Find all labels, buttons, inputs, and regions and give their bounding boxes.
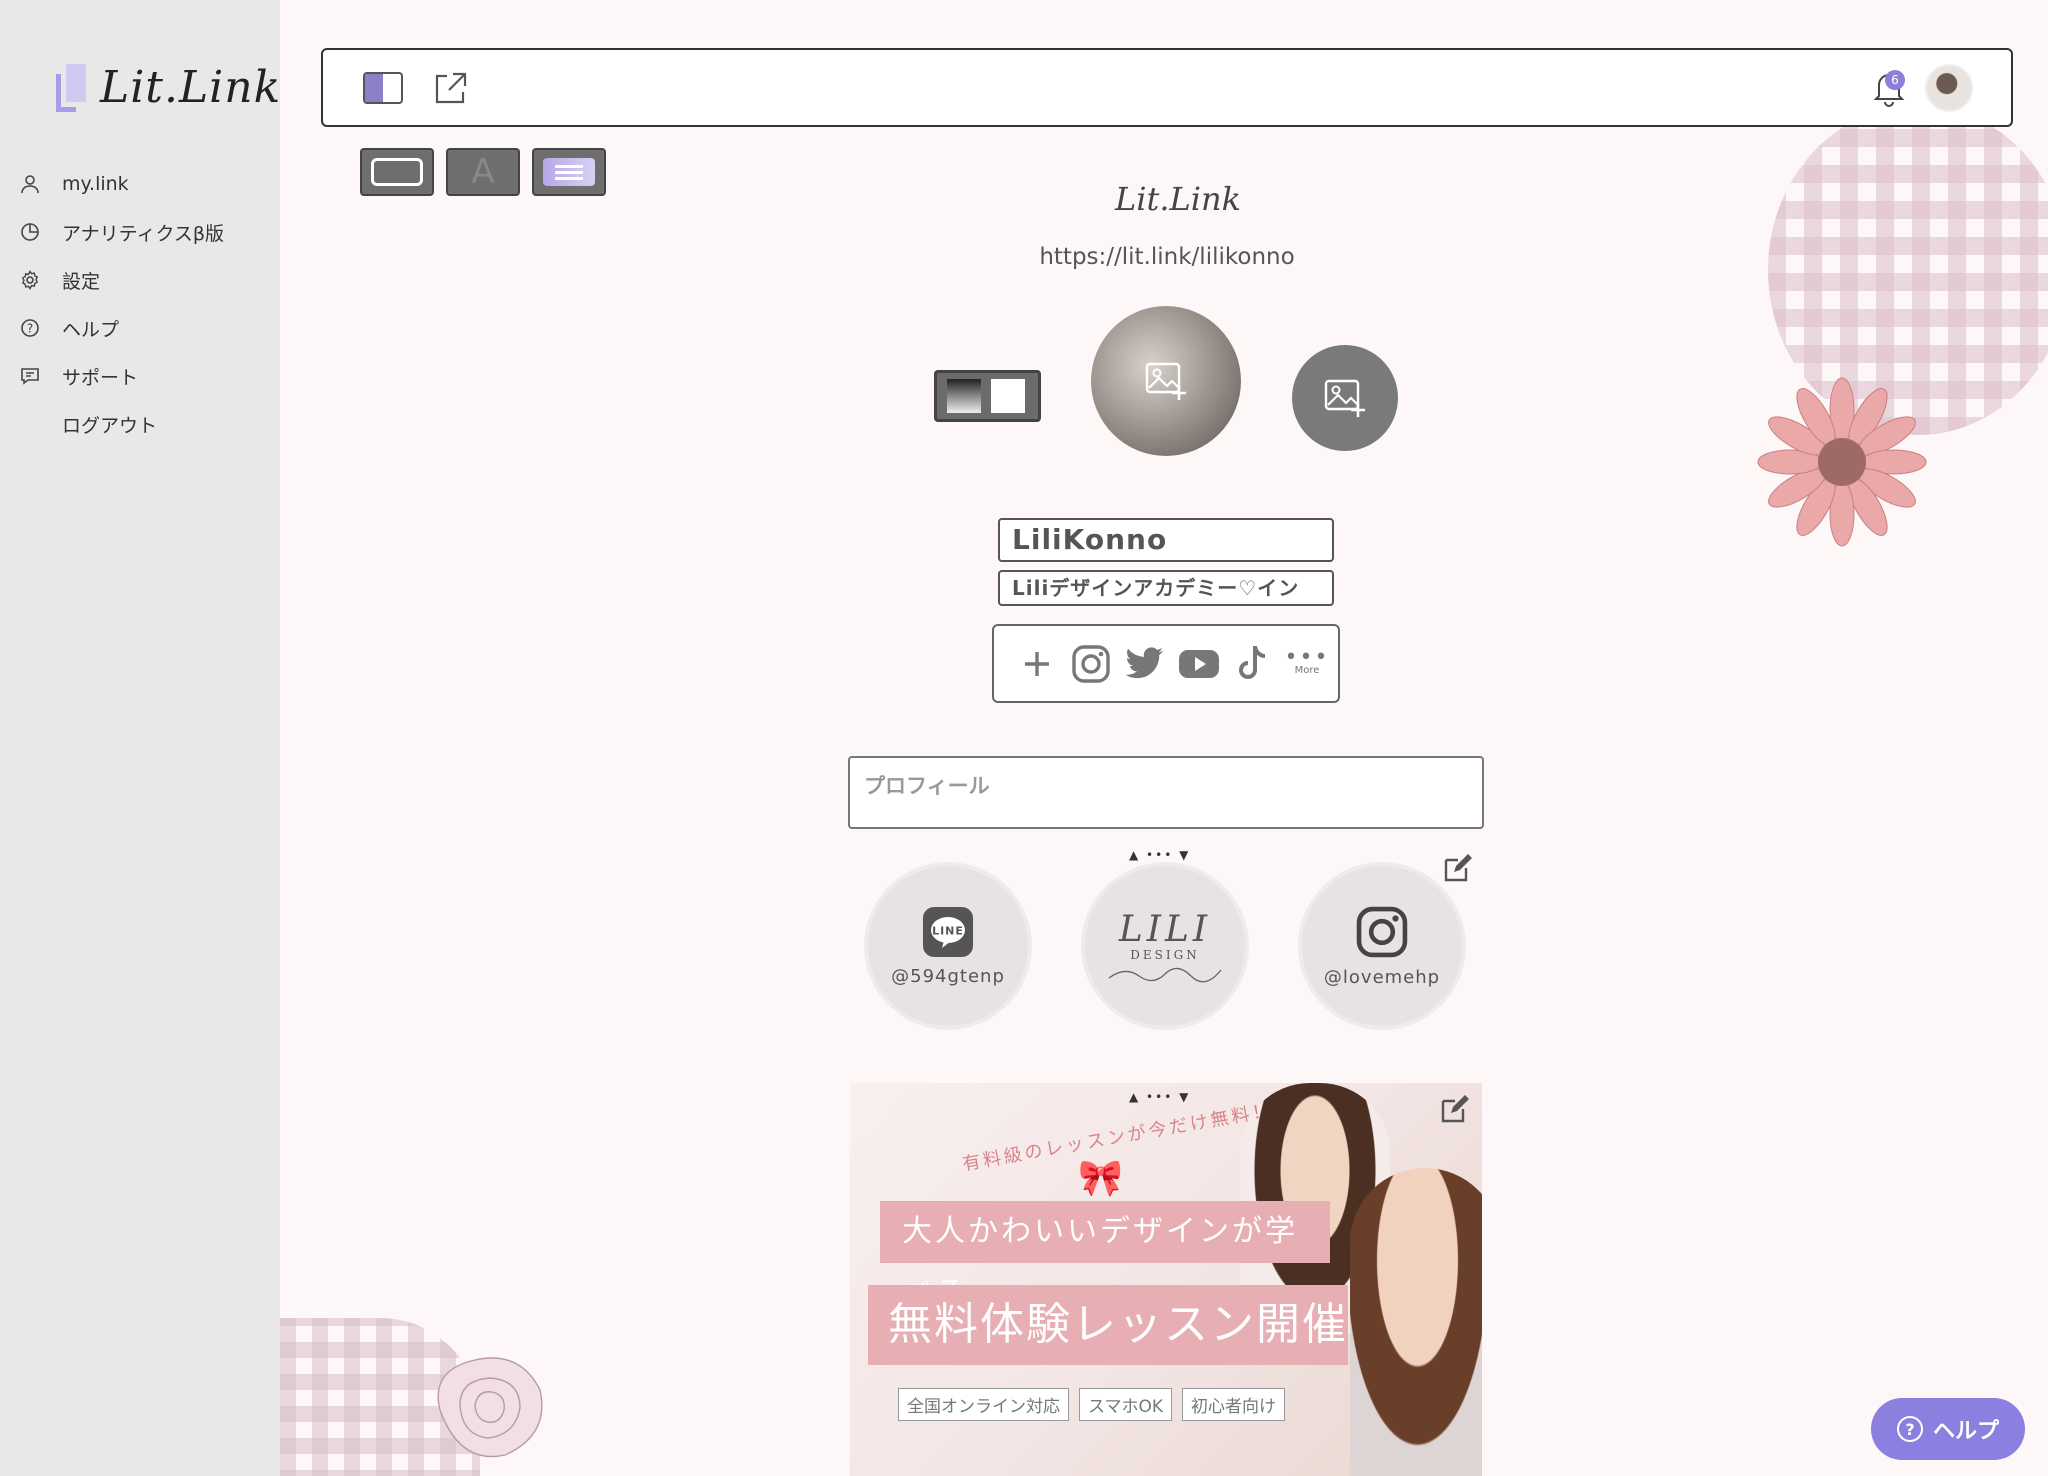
profile-text-field[interactable]: プロフィール bbox=[848, 756, 1484, 829]
sidebar: Lit.Link my.link アナリティクスβ版 設定 ? ヘルプ サポート… bbox=[0, 0, 280, 1476]
preview-brand-logo: Lit.Link bbox=[1115, 180, 1241, 218]
twitter-icon[interactable] bbox=[1124, 643, 1166, 685]
banner-tag: 初心者向け bbox=[1182, 1388, 1286, 1421]
help-icon: ? bbox=[18, 316, 42, 340]
sidebar-item-label: ヘルプ bbox=[62, 318, 120, 341]
reorder-handle-icon[interactable]: ▲ ••• ▼ bbox=[1129, 1090, 1190, 1104]
help-icon: ? bbox=[1896, 1416, 1923, 1442]
avatar[interactable] bbox=[1925, 64, 1973, 112]
ribbon-icon: 🎀 bbox=[1078, 1158, 1123, 1199]
sidebar-item-label: ログアウト bbox=[62, 414, 158, 437]
background-icon bbox=[543, 158, 595, 186]
sidebar-item-help[interactable]: ? ヘルプ bbox=[18, 304, 224, 352]
analytics-icon bbox=[18, 220, 42, 244]
logo-text: Lit.Link bbox=[100, 62, 282, 113]
display-name-field[interactable]: LiliKonno bbox=[998, 518, 1334, 562]
youtube-icon[interactable] bbox=[1178, 643, 1220, 685]
social-icons-bar: ••• More bbox=[992, 624, 1340, 703]
tiktok-icon[interactable] bbox=[1232, 643, 1274, 685]
floating-help-button[interactable]: ? ヘルプ bbox=[1871, 1398, 2025, 1460]
sidebar-nav: my.link アナリティクスβ版 設定 ? ヘルプ サポート ログアウト bbox=[18, 160, 224, 448]
instagram-icon[interactable] bbox=[1070, 643, 1112, 685]
lili-design-logo: LILI bbox=[1118, 908, 1212, 950]
frame-icon bbox=[371, 158, 423, 186]
add-image-icon bbox=[1145, 362, 1186, 400]
sidebar-item-analytics[interactable]: アナリティクスβ版 bbox=[18, 208, 224, 256]
banner-headline: 大人かわいいデザインが学べる bbox=[880, 1201, 1330, 1311]
banner-tag: 全国オンライン対応 bbox=[898, 1388, 1069, 1421]
flower-decoration-icon bbox=[1757, 377, 1927, 547]
link-label: @lovemehp bbox=[1323, 966, 1441, 988]
sidebar-item-label: 設定 bbox=[62, 270, 101, 293]
link-circle-instagram[interactable]: @lovemehp bbox=[1298, 862, 1466, 1030]
top-toolbar: 6 bbox=[321, 48, 2013, 127]
help-button-label: ヘルプ bbox=[1932, 1419, 1999, 1444]
more-label: More bbox=[1294, 665, 1320, 676]
link-circle-lili-design[interactable]: LILI DESIGN bbox=[1081, 862, 1249, 1030]
banner-main-title: 無料体験レッスン開催 bbox=[868, 1285, 1348, 1365]
edit-icon[interactable] bbox=[1440, 852, 1474, 886]
app-logo[interactable]: Lit.Link bbox=[56, 62, 281, 113]
link-circle-line[interactable]: LINE @594gtenp bbox=[864, 862, 1032, 1030]
lili-design-logo-sub: DESIGN bbox=[1130, 947, 1200, 962]
sidebar-item-settings[interactable]: 設定 bbox=[18, 256, 224, 304]
theme-button-font[interactable]: A bbox=[446, 148, 520, 196]
lesson-banner[interactable]: 有料級のレッスンが今だけ無料！ 🎀 大人かわいいデザインが学べる 無料体験レッス… bbox=[850, 1083, 1482, 1476]
svg-text:?: ? bbox=[27, 322, 33, 336]
font-icon: A bbox=[471, 152, 495, 192]
sidebar-item-support[interactable]: サポート bbox=[18, 352, 224, 400]
layout-toggle-button[interactable] bbox=[363, 72, 403, 104]
instagram-icon bbox=[1356, 906, 1408, 957]
banner-person-image bbox=[1350, 1168, 1482, 1476]
theme-button-frame[interactable] bbox=[360, 148, 434, 196]
logo-mark-icon bbox=[56, 63, 86, 112]
sidebar-item-mylink[interactable]: my.link bbox=[18, 160, 224, 208]
rose-decoration-icon bbox=[437, 1357, 543, 1458]
sidebar-item-label: アナリティクスβ版 bbox=[62, 222, 225, 245]
signature-flourish-icon bbox=[1108, 967, 1222, 982]
link-label: @594gtenp bbox=[891, 965, 1005, 987]
theme-button-background[interactable] bbox=[532, 148, 606, 196]
subtitle-field[interactable]: Liliデザインアカデミー♡イン bbox=[998, 570, 1334, 606]
gear-icon bbox=[18, 268, 42, 292]
profile-style-toggle[interactable] bbox=[934, 370, 1041, 422]
more-icon[interactable]: ••• More bbox=[1285, 643, 1328, 685]
add-social-icon[interactable] bbox=[1016, 643, 1058, 685]
user-icon bbox=[18, 172, 42, 196]
background-image-upload[interactable] bbox=[1292, 345, 1398, 451]
sidebar-item-label: my.link bbox=[62, 173, 129, 195]
svg-text:LINE: LINE bbox=[932, 924, 964, 937]
page-url[interactable]: https://lit.link/lilikonno bbox=[1000, 244, 1334, 270]
support-icon bbox=[18, 364, 42, 388]
edit-icon[interactable] bbox=[1437, 1093, 1471, 1127]
line-icon: LINE bbox=[923, 906, 973, 957]
external-link-icon[interactable] bbox=[431, 68, 471, 108]
profile-photo-upload[interactable] bbox=[1091, 306, 1241, 456]
banner-tag: スマホOK bbox=[1079, 1388, 1173, 1421]
sidebar-item-label: サポート bbox=[62, 366, 139, 389]
sidebar-item-logout[interactable]: ログアウト bbox=[18, 400, 224, 448]
add-image-icon bbox=[1324, 379, 1365, 417]
notification-badge: 6 bbox=[1885, 70, 1905, 90]
reorder-handle-icon[interactable]: ▲ ••• ▼ bbox=[1129, 848, 1190, 862]
banner-tags: 全国オンライン対応 スマホOK 初心者向け bbox=[898, 1388, 1286, 1421]
